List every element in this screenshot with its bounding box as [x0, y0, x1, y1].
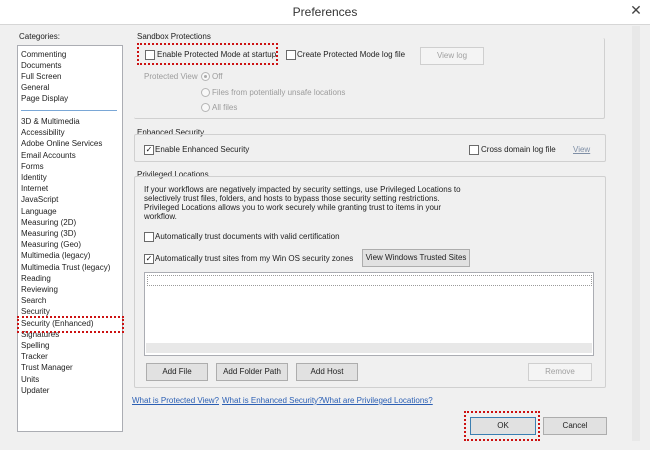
category-item[interactable]: Documents [21, 61, 61, 70]
horizontal-scrollbar[interactable] [146, 343, 592, 353]
trust-certified-label: Automatically trust documents with valid… [155, 232, 340, 241]
category-item[interactable]: Tracker [21, 352, 48, 361]
create-log-checkbox[interactable] [286, 50, 296, 60]
description-line: workflow. [144, 212, 177, 221]
categories-list[interactable]: Commenting Documents Full Screen General Pag… [17, 45, 123, 432]
window-title: Preferences [292, 5, 358, 19]
protected-view-unsafe-radio[interactable] [201, 88, 210, 97]
protected-view-label: Protected View [144, 72, 198, 81]
view-trusted-sites-button[interactable]: View Windows Trusted Sites [362, 249, 470, 267]
enhanced-security-help-link[interactable]: What is Enhanced Security? [222, 396, 323, 405]
ok-button-highlight [464, 411, 540, 441]
protected-view-help-link[interactable]: What is Protected View? [132, 396, 219, 405]
category-item[interactable]: Language [21, 207, 57, 216]
protected-mode-highlight [137, 43, 278, 65]
privileged-locations-list[interactable] [144, 272, 594, 356]
protected-view-off-radio[interactable] [201, 72, 210, 81]
add-file-button[interactable]: Add File [146, 363, 208, 381]
description-line: selectively trust files, folders, and ho… [144, 194, 440, 203]
protected-view-all-radio[interactable] [201, 103, 210, 112]
close-icon[interactable]: ✕ [628, 2, 644, 18]
dialog-scrollbar[interactable] [632, 26, 640, 441]
category-item[interactable]: Internet [21, 184, 48, 193]
create-log-label: Create Protected Mode log file [297, 50, 406, 59]
enable-enhanced-label: Enable Enhanced Security [155, 145, 250, 154]
add-host-button[interactable]: Add Host [296, 363, 358, 381]
privileged-locations-help-link[interactable]: What are Privileged Locations? [322, 396, 433, 405]
cross-domain-checkbox[interactable] [469, 145, 479, 155]
category-item[interactable]: Page Display [21, 94, 68, 103]
category-item[interactable]: Email Accounts [21, 151, 76, 160]
category-item[interactable]: Full Screen [21, 72, 61, 81]
category-item[interactable]: Measuring (Geo) [21, 240, 81, 249]
categories-heading: Categories: [19, 32, 60, 41]
category-item[interactable]: JavaScript [21, 195, 58, 204]
category-item[interactable]: Search [21, 296, 46, 305]
category-item[interactable]: Updater [21, 386, 49, 395]
description-line: Privileged Locations allows you to work … [144, 203, 442, 212]
selected-category-highlight [17, 316, 124, 333]
category-item[interactable]: Adobe Online Services [21, 139, 102, 148]
trust-certified-checkbox[interactable] [144, 232, 154, 242]
trust-sites-label: Automatically trust sites from my Win OS… [155, 254, 354, 263]
category-item[interactable]: General [21, 83, 49, 92]
category-item[interactable]: Reading [21, 274, 51, 283]
list-focus-row [147, 275, 592, 286]
view-log-button[interactable]: View log [420, 47, 484, 65]
category-item[interactable]: Multimedia (legacy) [21, 251, 90, 260]
trust-sites-checkbox[interactable]: ✓ [144, 254, 154, 264]
protected-view-off-label: Off [212, 72, 223, 81]
category-item[interactable]: Units [21, 375, 39, 384]
add-folder-path-button[interactable]: Add Folder Path [216, 363, 288, 381]
cross-domain-label: Cross domain log file [481, 145, 556, 154]
cancel-button[interactable]: Cancel [543, 417, 607, 435]
view-cross-domain-link[interactable]: View [573, 145, 590, 154]
category-item[interactable]: Spelling [21, 341, 49, 350]
category-item[interactable]: Commenting [21, 50, 66, 59]
protected-view-unsafe-label: Files from potentially unsafe locations [212, 88, 346, 97]
enable-enhanced-checkbox[interactable]: ✓ [144, 145, 154, 155]
category-item[interactable]: Reviewing [21, 285, 58, 294]
privileged-description: If your workflows are negatively impacte… [144, 185, 461, 221]
remove-button[interactable]: Remove [528, 363, 592, 381]
category-item[interactable]: Measuring (3D) [21, 229, 76, 238]
category-item[interactable]: Trust Manager [21, 363, 73, 372]
category-item[interactable]: Forms [21, 162, 44, 171]
description-line: If your workflows are negatively impacte… [144, 185, 461, 194]
category-item[interactable]: Accessibility [21, 128, 65, 137]
category-item[interactable]: Identity [21, 173, 47, 182]
category-item[interactable]: Measuring (2D) [21, 218, 76, 227]
categories-divider [21, 110, 117, 111]
category-item[interactable]: Multimedia Trust (legacy) [21, 263, 110, 272]
category-item[interactable]: 3D & Multimedia [21, 117, 80, 126]
protected-view-all-label: All files [212, 103, 238, 112]
